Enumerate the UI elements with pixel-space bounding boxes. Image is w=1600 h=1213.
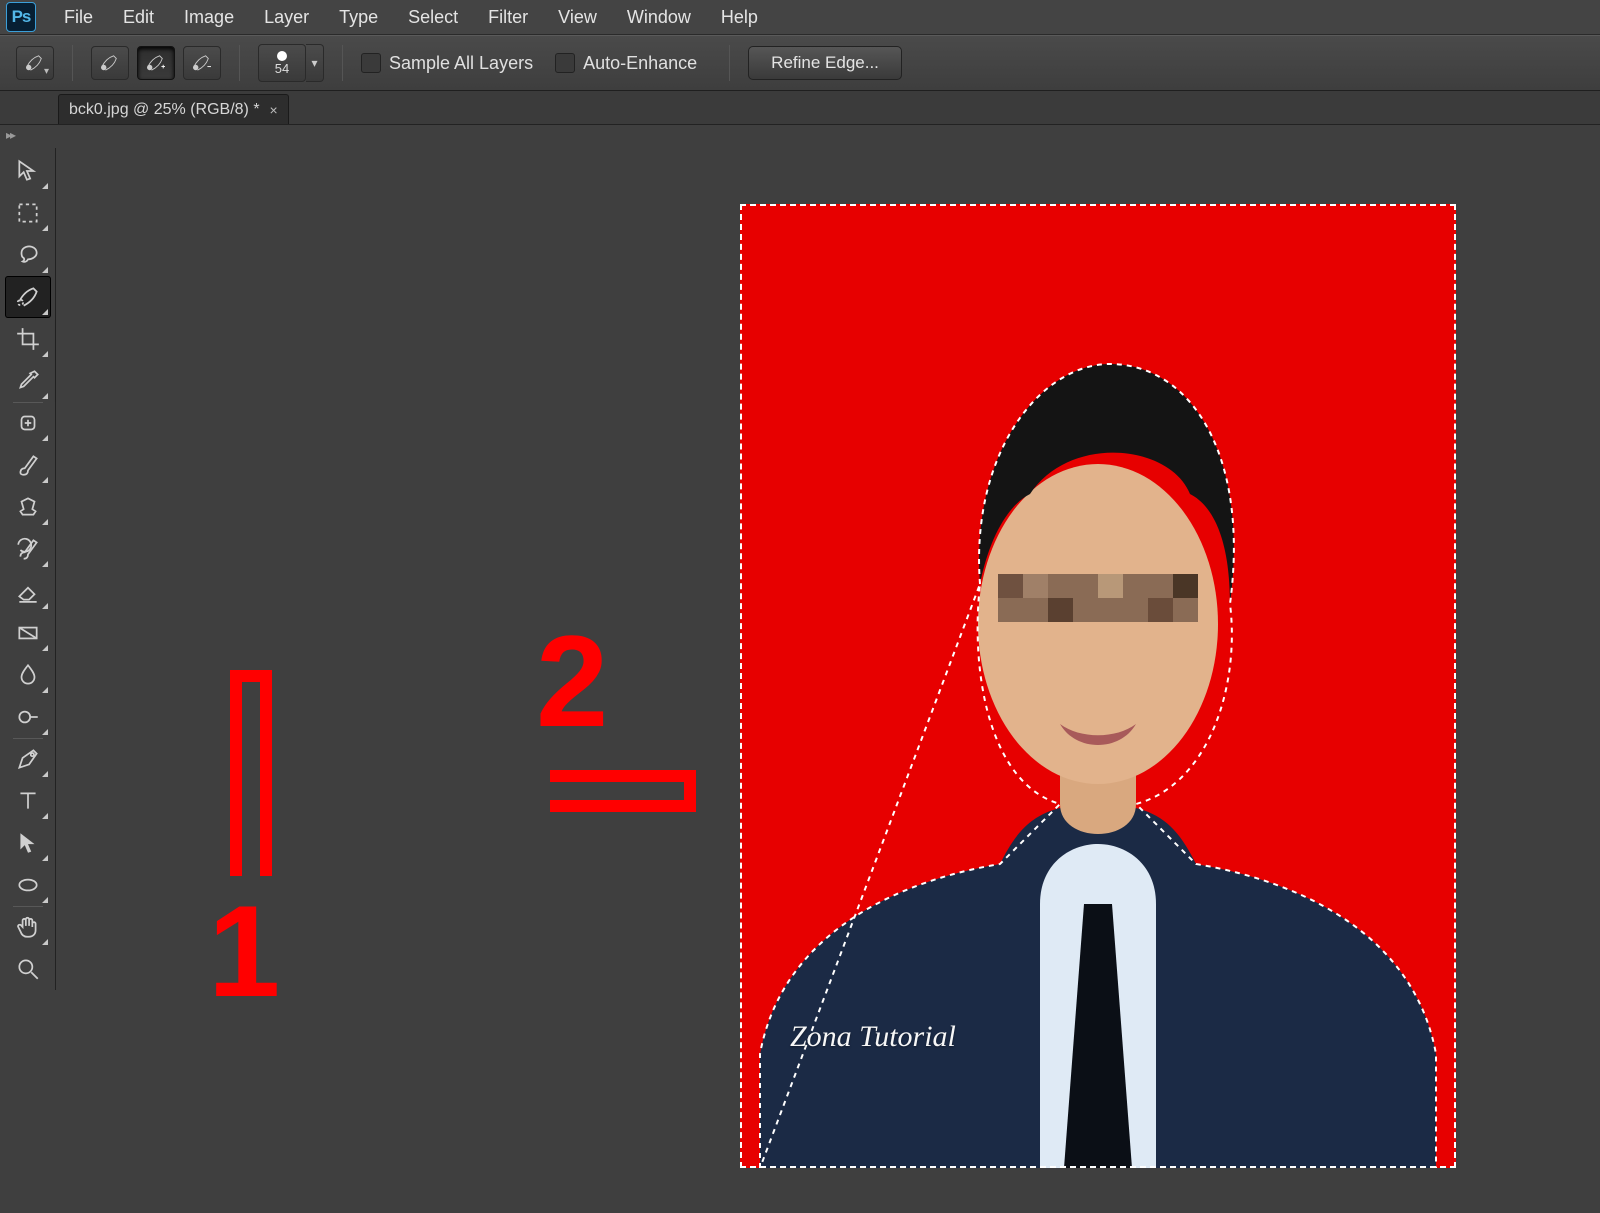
menu-layer[interactable]: Layer [250,2,323,33]
menu-image[interactable]: Image [170,2,248,33]
auto-enhance-checkbox[interactable] [555,53,575,73]
blur-tool[interactable] [5,654,51,696]
separator [342,45,343,81]
document-tab[interactable]: bck0.jpg @ 25% (RGB/8) * × [58,94,289,124]
annotation-number-1: 1 [208,876,280,1026]
brush-tool[interactable] [5,444,51,486]
menu-window[interactable]: Window [613,2,705,33]
add-to-selection-button[interactable] [137,46,175,80]
brush-size-picker[interactable]: 54 [258,44,306,82]
brush-size-chevron[interactable]: ▾ [306,44,324,82]
app-logo-text: Ps [12,7,31,27]
menu-help[interactable]: Help [707,2,772,33]
brush-preset-icon [24,54,46,72]
quick-selection-tool[interactable] [5,276,51,318]
new-selection-button[interactable] [91,46,129,80]
pen-tool[interactable] [5,738,51,780]
annotation-arrow-2 [550,740,780,850]
sample-all-layers-label: Sample All Layers [389,53,533,74]
path-selection-tool[interactable] [5,822,51,864]
watermark-text: Zona Tutorial [790,1020,956,1054]
crop-tool[interactable] [5,318,51,360]
brush-new-icon [99,54,121,72]
annotation-arrow-1 [206,596,296,876]
toolbox [0,148,56,990]
separator [729,45,730,81]
menu-filter[interactable]: Filter [474,2,542,33]
tool-preset-picker[interactable]: ▾ [16,46,54,80]
document-tab-title: bck0.jpg @ 25% (RGB/8) * [69,101,260,119]
subtract-from-selection-button[interactable] [183,46,221,80]
healing-brush-tool[interactable] [5,402,51,444]
menu-type[interactable]: Type [325,2,392,33]
eyedropper-tool[interactable] [5,360,51,402]
brush-size-value: 54 [275,61,289,76]
separator [239,45,240,81]
document-canvas[interactable]: Zona Tutorial [740,204,1456,1168]
panel-collapse-handle[interactable]: ▸▸ [6,128,14,142]
annotation-number-2: 2 [536,606,608,756]
zoom-tool[interactable] [5,948,51,990]
brush-subtract-icon [191,54,213,72]
history-brush-tool[interactable] [5,528,51,570]
menu-select[interactable]: Select [394,2,472,33]
menu-bar: Ps File Edit Image Layer Type Select Fil… [0,0,1600,35]
options-bar: ▾ 54 ▾ Sample All Layers Auto-Enhance Re… [0,35,1600,91]
refine-edge-label: Refine Edge... [771,53,879,73]
gradient-tool[interactable] [5,612,51,654]
auto-enhance-label: Auto-Enhance [583,53,697,74]
dodge-tool[interactable] [5,696,51,738]
close-tab-icon[interactable]: × [270,102,278,118]
marquee-tool[interactable] [5,192,51,234]
menu-edit[interactable]: Edit [109,2,168,33]
menu-file[interactable]: File [50,2,107,33]
app-logo: Ps [6,2,36,32]
workspace[interactable]: Zona Tutorial 1 2 [56,160,1600,1213]
clone-stamp-tool[interactable] [5,486,51,528]
separator [72,45,73,81]
eraser-tool[interactable] [5,570,51,612]
ellipse-shape-tool[interactable] [5,864,51,906]
refine-edge-button[interactable]: Refine Edge... [748,46,902,80]
type-tool[interactable] [5,780,51,822]
document-tab-strip: bck0.jpg @ 25% (RGB/8) * × [0,91,1600,125]
lasso-tool[interactable] [5,234,51,276]
menu-view[interactable]: View [544,2,611,33]
hand-tool[interactable] [5,906,51,948]
move-tool[interactable] [5,150,51,192]
brush-add-icon [145,54,167,72]
sample-all-layers-checkbox[interactable] [361,53,381,73]
chevron-down-icon: ▾ [44,66,49,77]
